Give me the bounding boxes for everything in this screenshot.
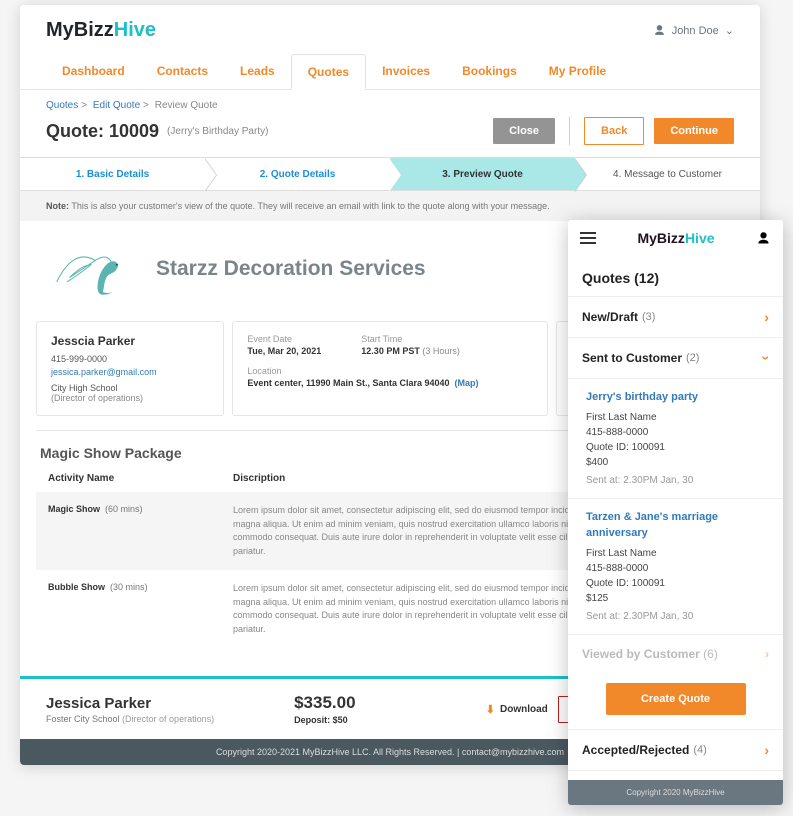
summary-total: $335.00 Deposit: $50 bbox=[294, 693, 355, 725]
create-quote-button[interactable]: Create Quote bbox=[606, 683, 746, 715]
tab-contacts[interactable]: Contacts bbox=[141, 54, 224, 89]
total-amount: $335.00 bbox=[294, 693, 355, 713]
menu-icon[interactable] bbox=[580, 232, 596, 244]
quote-phone: 415-888-0000 bbox=[586, 561, 769, 576]
step-quote-details[interactable]: 2. Quote Details bbox=[205, 158, 390, 190]
divider bbox=[569, 117, 570, 145]
quote-customer: First Last Name bbox=[586, 546, 769, 561]
user-icon bbox=[653, 24, 666, 37]
note-bar: Note: This is also your customer's view … bbox=[20, 191, 760, 221]
group-viewed[interactable]: Viewed by Customer (6) › bbox=[568, 635, 783, 673]
map-link[interactable]: (Map) bbox=[455, 378, 479, 388]
location-label: Location bbox=[247, 366, 532, 376]
mobile-header: MyBizzHive bbox=[568, 220, 783, 256]
close-button[interactable]: Close bbox=[493, 118, 555, 144]
activity-duration: (60 mins) bbox=[105, 504, 143, 514]
tab-invoices[interactable]: Invoices bbox=[366, 54, 446, 89]
breadcrumb: Quotes> Edit Quote> Review Quote bbox=[20, 90, 760, 117]
download-icon: ⬇ bbox=[486, 703, 495, 716]
user-menu[interactable]: John Doe ⌄ bbox=[653, 24, 734, 37]
customer-email[interactable]: jessica.parker@gmail.com bbox=[51, 367, 209, 377]
title-actions: Close Back Continue bbox=[493, 117, 734, 145]
chevron-right-icon: › bbox=[764, 309, 769, 325]
chevron-down-icon: › bbox=[759, 356, 775, 361]
company-logo-icon bbox=[46, 239, 136, 299]
crumb-current: Review Quote bbox=[155, 100, 218, 111]
note-label: Note: bbox=[46, 201, 69, 211]
brand-hive: Hive bbox=[114, 19, 156, 41]
quote-item[interactable]: Jerry's birthday party First Last Name 4… bbox=[568, 379, 783, 499]
page-subtitle: (Jerry's Birthday Party) bbox=[167, 126, 268, 137]
quote-customer: First Last Name bbox=[586, 410, 769, 425]
note-text: This is also your customer's view of the… bbox=[69, 201, 550, 211]
event-date-label: Event Date bbox=[247, 334, 321, 344]
user-name: John Doe bbox=[672, 25, 719, 37]
mobile-window: MyBizzHive Quotes (12) New/Draft(3) › Se… bbox=[568, 220, 783, 805]
chevron-right-icon: › bbox=[765, 647, 769, 661]
user-icon[interactable] bbox=[756, 231, 771, 246]
quote-sent: Sent at: 2.30PM Jan, 30 bbox=[586, 473, 769, 488]
quote-amount: $125 bbox=[586, 591, 769, 606]
mobile-section-title: Quotes (12) bbox=[568, 256, 783, 297]
group-new-draft[interactable]: New/Draft(3) › bbox=[568, 297, 783, 338]
summary-org: Foster City School (Director of operatio… bbox=[46, 714, 214, 724]
quote-sent: Sent at: 2.30PM Jan, 30 bbox=[586, 609, 769, 624]
quote-amount: $400 bbox=[586, 455, 769, 470]
crumb-edit[interactable]: Edit Quote bbox=[93, 100, 140, 111]
crumb-quotes[interactable]: Quotes bbox=[46, 100, 78, 111]
summary-name: Jessica Parker bbox=[46, 695, 214, 712]
tab-quotes[interactable]: Quotes bbox=[291, 54, 366, 90]
quote-phone: 415-888-0000 bbox=[586, 425, 769, 440]
group-accepted[interactable]: Accepted/Rejected(4) › bbox=[568, 729, 783, 771]
chevron-right-icon: › bbox=[764, 742, 769, 758]
tab-bookings[interactable]: Bookings bbox=[446, 54, 533, 89]
back-button[interactable]: Back bbox=[584, 117, 644, 145]
customer-role: (Director of operations) bbox=[51, 393, 209, 403]
download-button[interactable]: ⬇ Download bbox=[486, 703, 548, 716]
brand-my: MyBizz bbox=[46, 19, 114, 41]
stepper: 1. Basic Details 2. Quote Details 3. Pre… bbox=[20, 157, 760, 191]
group-sent[interactable]: Sent to Customer(2) › bbox=[568, 338, 783, 379]
activity-duration: (30 mins) bbox=[110, 582, 148, 592]
step-message: 4. Message to Customer bbox=[575, 158, 760, 190]
quote-id: Quote ID: 100091 bbox=[586, 440, 769, 455]
tab-leads[interactable]: Leads bbox=[224, 54, 291, 89]
location: Event center, 11990 Main St., Santa Clar… bbox=[247, 378, 532, 388]
quote-item[interactable]: Tarzen & Jane's marriage anniversary Fir… bbox=[568, 499, 783, 635]
tab-dashboard[interactable]: Dashboard bbox=[46, 54, 141, 89]
step-basic[interactable]: 1. Basic Details bbox=[20, 158, 205, 190]
activity-name: Bubble Show bbox=[48, 582, 105, 592]
brand-logo: MyBizzHive bbox=[46, 19, 156, 42]
quote-title: Tarzen & Jane's marriage anniversary bbox=[586, 509, 769, 542]
quote-id: Quote ID: 100091 bbox=[586, 576, 769, 591]
download-label: Download bbox=[500, 704, 548, 715]
main-tabs: Dashboard Contacts Leads Quotes Invoices… bbox=[20, 54, 760, 90]
event-date: Tue, Mar 20, 2021 bbox=[247, 346, 321, 356]
col-activity: Activity Name bbox=[48, 473, 233, 484]
customer-org: City High School bbox=[51, 383, 209, 393]
start-time-label: Start Time bbox=[361, 334, 460, 344]
customer-name: Jesscia Parker bbox=[51, 334, 209, 348]
chevron-down-icon: ⌄ bbox=[725, 24, 734, 37]
company-name: Starzz Decoration Services bbox=[156, 257, 426, 281]
activity-name: Magic Show bbox=[48, 504, 100, 514]
event-card: Event Date Tue, Mar 20, 2021 Start Time … bbox=[232, 321, 547, 416]
quote-title: Jerry's birthday party bbox=[586, 389, 769, 406]
header: MyBizzHive John Doe ⌄ bbox=[20, 5, 760, 46]
tab-profile[interactable]: My Profile bbox=[533, 54, 622, 89]
customer-card: Jesscia Parker 415-999-0000 jessica.park… bbox=[36, 321, 224, 416]
customer-phone: 415-999-0000 bbox=[51, 354, 209, 364]
start-time: 12.30 PM PST (3 Hours) bbox=[361, 346, 460, 356]
continue-button[interactable]: Continue bbox=[654, 118, 734, 144]
mobile-footer: Copyright 2020 MyBizzHive bbox=[568, 780, 783, 805]
page-title: Quote: 10009 bbox=[46, 121, 159, 142]
title-row: Quote: 10009 (Jerry's Birthday Party) Cl… bbox=[20, 117, 760, 157]
step-preview[interactable]: 3. Preview Quote bbox=[390, 158, 575, 190]
mobile-brand: MyBizzHive bbox=[596, 230, 756, 246]
deposit-amount: Deposit: $50 bbox=[294, 715, 355, 725]
